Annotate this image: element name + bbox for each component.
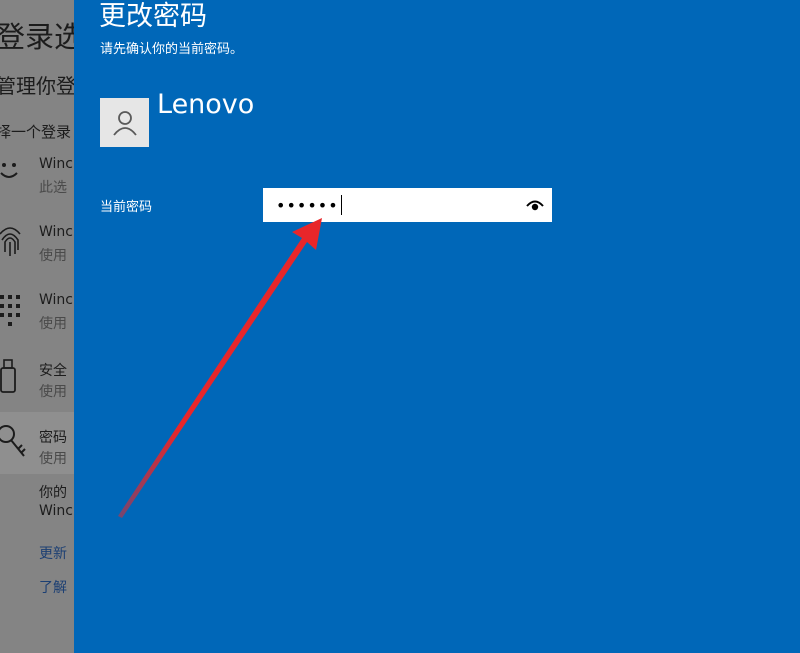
smiley-face-icon [0,163,18,178]
option-security-key-desc: 使用 [39,384,67,400]
screen: 登录选 管理你登 择一个登录 Winc 此选 Winc 使用 Winc 使用 安… [0,0,800,653]
dialog-title: 更改密码 [99,1,207,32]
pin-keypad-icon [0,295,20,326]
option-fingerprint-desc: 使用 [39,248,67,264]
current-password-input[interactable]: •••••• [263,188,552,222]
option-pin-desc: 使用 [39,316,67,332]
password-detail-line-1: 你的 [39,485,67,501]
password-value: •••••• [276,195,339,215]
eye-reveal-icon[interactable] [526,197,544,213]
update-link[interactable]: 更新 [39,543,67,563]
password-detail-line-2: Winc [39,503,73,519]
learn-more-link[interactable]: 了解 [39,577,67,597]
username: Lenovo [157,89,255,120]
fingerprint-icon [0,227,21,256]
change-password-dialog: 更改密码 请先确认你的当前密码。 Lenovo 当前密码 •••••• [74,0,800,653]
choose-option-text: 择一个登录 [0,123,72,141]
option-face-title[interactable]: Winc [39,156,73,172]
security-key-icon [0,359,16,393]
option-security-key-title[interactable]: 安全 [39,360,67,380]
page-title: 登录选 [0,20,74,54]
sign-in-options-page: 登录选 管理你登 择一个登录 Winc 此选 Winc 使用 Winc 使用 安… [0,0,74,653]
option-fingerprint-title[interactable]: Winc [39,224,73,240]
current-password-label: 当前密码 [100,200,153,215]
option-pin-title[interactable]: Winc [39,292,73,308]
avatar [100,98,149,147]
option-password-desc: 使用 [39,451,67,467]
text-caret [340,195,342,215]
dialog-instruction: 请先确认你的当前密码。 [100,42,244,57]
page-subtitle: 管理你登 [0,74,74,98]
option-password-title[interactable]: 密码 [39,427,67,447]
key-icon [0,425,26,457]
user-icon [112,110,137,136]
option-face-desc: 此选 [39,180,67,196]
